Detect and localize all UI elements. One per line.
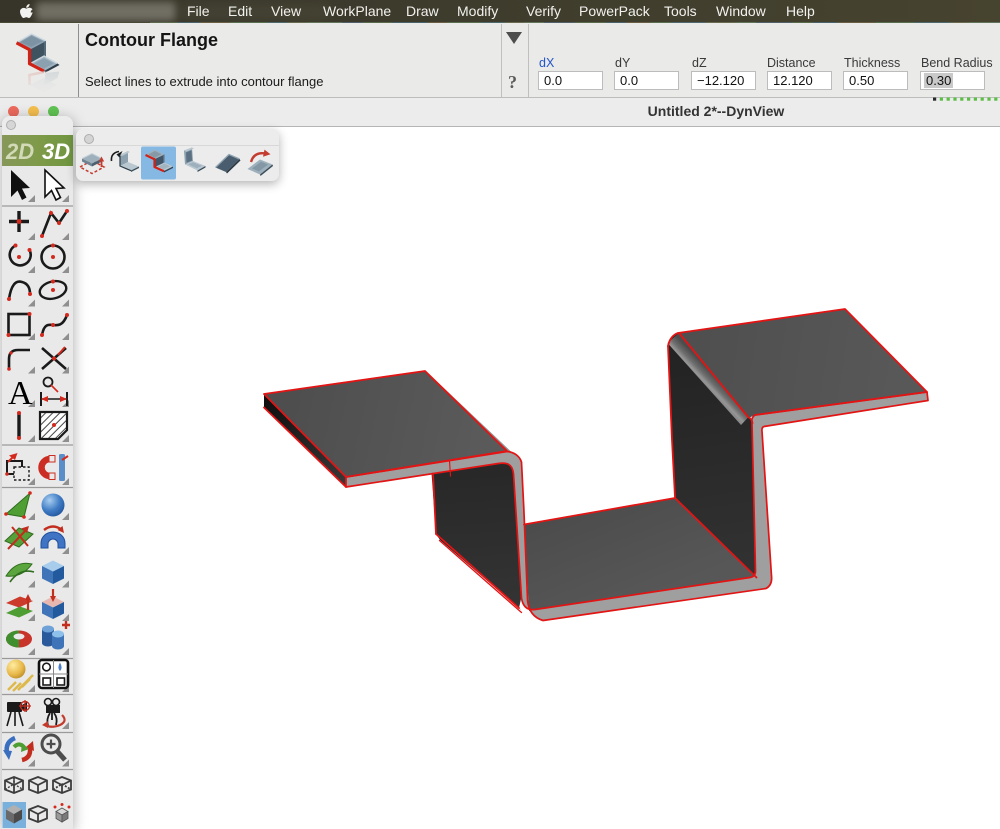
svg-text:A: A (8, 375, 33, 412)
